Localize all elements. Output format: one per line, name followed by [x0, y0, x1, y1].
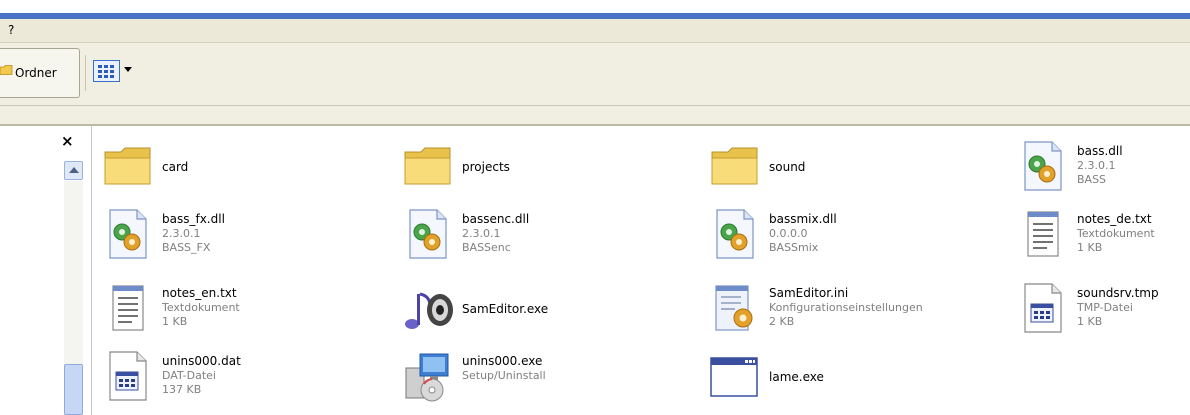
file-item[interactable]: SamEditor.exe	[400, 278, 690, 346]
config-file-icon	[707, 280, 763, 336]
file-meta: notes_en.txt Textdokument 1 KB	[162, 286, 240, 329]
file-item[interactable]: unins000.exe Setup/Uninstall	[400, 346, 690, 414]
folder-icon	[0, 63, 13, 80]
file-meta: bassenc.dll 2.3.0.1 BASSenc	[462, 212, 529, 255]
file-detail: Setup/Uninstall	[462, 369, 546, 382]
file-name: bass.dll	[1077, 144, 1123, 158]
file-name: bassmix.dll	[769, 212, 837, 226]
file-meta: soundsrv.tmp TMP-Datei 1 KB	[1077, 286, 1159, 329]
scrollbar-thumb[interactable]	[64, 364, 83, 415]
generic-file-icon	[100, 348, 156, 404]
file-detail: TMP-Datei	[1077, 301, 1133, 314]
file-detail: 0.0.0.0	[769, 227, 808, 240]
file-name: soundsrv.tmp	[1077, 286, 1159, 300]
text-document-icon	[100, 280, 156, 336]
file-name: SamEditor.exe	[462, 302, 549, 316]
file-detail: Konfigurationseinstellungen	[769, 301, 923, 314]
close-icon[interactable]: ×	[61, 132, 74, 150]
dll-gear-icon	[100, 206, 156, 262]
menu-bar: ?	[0, 19, 1190, 43]
file-detail: DAT-Datei	[162, 369, 216, 382]
file-detail: 2.3.0.1	[162, 227, 201, 240]
toolbar-separator	[85, 55, 86, 91]
folders-button[interactable]: Ordner	[0, 48, 80, 98]
file-meta: lame.exe	[769, 370, 824, 385]
file-meta: projects	[462, 160, 510, 175]
file-detail: 2.3.0.1	[1077, 159, 1116, 172]
file-meta: bassmix.dll 0.0.0.0 BASSmix	[769, 212, 837, 255]
file-name: unins000.dat	[162, 354, 241, 368]
file-detail: Textdokument	[162, 301, 240, 314]
views-button[interactable]	[93, 60, 138, 84]
scroll-up-button[interactable]	[64, 161, 83, 180]
file-name: notes_en.txt	[162, 286, 237, 300]
folders-pane: ×	[0, 126, 92, 415]
file-meta: card	[162, 160, 188, 175]
file-item[interactable]: card	[100, 136, 390, 204]
generic-file-icon	[1015, 280, 1071, 336]
menu-help[interactable]: ?	[8, 23, 14, 37]
file-name: notes_de.txt	[1077, 212, 1152, 226]
folder-icon	[707, 138, 763, 194]
toolbar: Ordner	[0, 43, 1190, 106]
file-item[interactable]: SamEditor.ini Konfigurationseinstellungen…	[707, 278, 997, 346]
file-name: card	[162, 160, 189, 174]
file-item[interactable]: projects	[400, 136, 690, 204]
file-item[interactable]: sound	[707, 136, 997, 204]
file-list: card projects sound bass.dll 2.3.0.1 BASS bass…	[100, 132, 1185, 415]
window-title-bar	[0, 0, 1190, 19]
file-item[interactable]: soundsrv.tmp TMP-Datei 1 KB	[1015, 278, 1190, 346]
file-name: bassenc.dll	[462, 212, 530, 226]
file-item[interactable]: notes_en.txt Textdokument 1 KB	[100, 278, 390, 346]
file-name: projects	[462, 160, 510, 174]
file-name: sound	[769, 160, 806, 174]
folder-icon	[400, 138, 456, 194]
file-meta: bass_fx.dll 2.3.0.1 BASS_FX	[162, 212, 225, 255]
file-item[interactable]: notes_de.txt Textdokument 1 KB	[1015, 204, 1190, 272]
file-item[interactable]: unins000.dat DAT-Datei 137 KB	[100, 346, 390, 414]
file-detail: 2.3.0.1	[462, 227, 501, 240]
file-name: bass_fx.dll	[162, 212, 225, 226]
file-meta: SamEditor.exe	[462, 302, 548, 317]
dll-gear-icon	[707, 206, 763, 262]
file-item[interactable]: bass.dll 2.3.0.1 BASS	[1015, 136, 1190, 204]
file-meta: bass.dll 2.3.0.1 BASS	[1077, 144, 1123, 187]
file-detail: BASSenc	[462, 241, 511, 254]
text-document-icon	[1015, 206, 1071, 262]
file-name: SamEditor.ini	[769, 286, 849, 300]
file-detail: 1 KB	[1077, 241, 1103, 254]
dll-gear-icon	[400, 206, 456, 262]
file-name: lame.exe	[769, 370, 824, 384]
views-grid-icon	[93, 60, 120, 82]
file-item[interactable]: bassenc.dll 2.3.0.1 BASSenc	[400, 204, 690, 272]
dll-gear-icon	[1015, 138, 1071, 194]
file-detail: 1 KB	[162, 315, 188, 328]
file-item[interactable]: lame.exe	[707, 346, 997, 414]
file-detail: BASSmix	[769, 241, 819, 254]
file-meta: sound	[769, 160, 805, 175]
file-detail: 1 KB	[1077, 315, 1103, 328]
file-meta: unins000.dat DAT-Datei 137 KB	[162, 354, 241, 397]
file-meta: notes_de.txt Textdokument 1 KB	[1077, 212, 1155, 255]
folders-button-label: Ordner	[15, 66, 57, 80]
file-detail: 137 KB	[162, 383, 202, 396]
file-meta: SamEditor.ini Konfigurationseinstellungen…	[769, 286, 923, 329]
file-detail: 2 KB	[769, 315, 795, 328]
audio-speaker-icon	[400, 280, 456, 336]
file-detail: Textdokument	[1077, 227, 1155, 240]
chevron-down-icon[interactable]	[124, 67, 132, 72]
address-bar	[0, 106, 1190, 126]
file-name: unins000.exe	[462, 354, 543, 368]
file-detail: BASS	[1077, 173, 1107, 186]
file-item[interactable]: bass_fx.dll 2.3.0.1 BASS_FX	[100, 204, 390, 272]
application-window-icon	[707, 348, 763, 404]
file-meta: unins000.exe Setup/Uninstall	[462, 354, 546, 383]
setup-icon	[400, 348, 456, 404]
file-item[interactable]: bassmix.dll 0.0.0.0 BASSmix	[707, 204, 997, 272]
folder-icon	[100, 138, 156, 194]
file-detail: BASS_FX	[162, 241, 211, 254]
